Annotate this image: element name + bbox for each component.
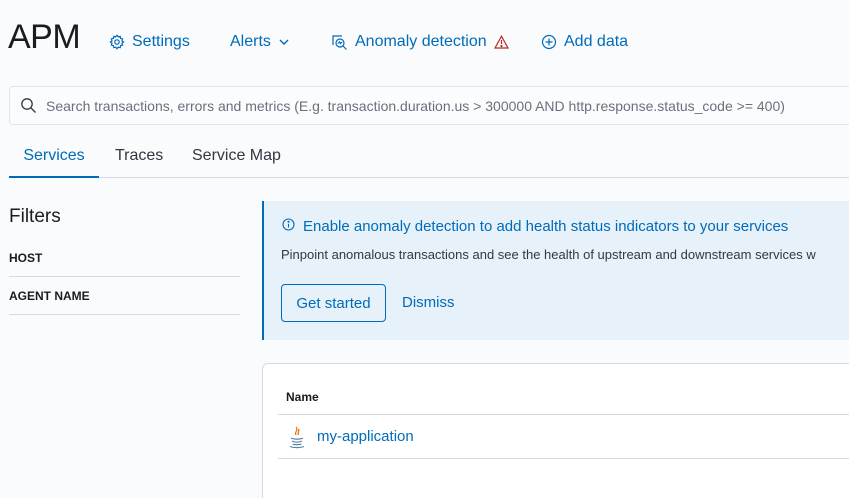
filter-agent-name[interactable]: AGENT NAME xyxy=(9,277,240,315)
callout-body: Pinpoint anomalous transactions and see … xyxy=(281,247,816,262)
filter-host[interactable]: HOST xyxy=(9,239,240,277)
chevron-down-icon xyxy=(278,36,290,48)
tab-bar: Services Traces Service Map xyxy=(9,136,849,178)
page-title: APM xyxy=(8,18,81,56)
services-panel: Name my-application xyxy=(262,363,849,498)
plus-circle-icon xyxy=(541,34,557,50)
tab-services[interactable]: Services xyxy=(9,136,99,178)
alerts-menu[interactable]: Alerts xyxy=(230,31,290,53)
search-bar xyxy=(9,86,849,125)
dismiss-button[interactable]: Dismiss xyxy=(402,294,455,311)
settings-link[interactable]: Settings xyxy=(109,31,190,53)
tab-service-map[interactable]: Service Map xyxy=(192,136,281,178)
table-row: my-application xyxy=(278,415,849,459)
add-data-link[interactable]: Add data xyxy=(541,31,628,53)
tab-traces[interactable]: Traces xyxy=(115,136,163,178)
anomaly-detection-link[interactable]: Anomaly detection xyxy=(331,31,509,53)
anomaly-detection-label: Anomaly detection xyxy=(355,33,487,50)
apm-app: APM Settings Alerts Anomaly detection Ad… xyxy=(0,0,849,498)
alerts-label: Alerts xyxy=(230,33,271,50)
callout-title-text: Enable anomaly detection to add health s… xyxy=(303,218,789,235)
filters-title: Filters xyxy=(9,206,61,227)
warning-icon xyxy=(493,35,509,49)
callout-title: Enable anomaly detection to add health s… xyxy=(282,218,788,235)
header: APM Settings Alerts Anomaly detection Ad… xyxy=(0,0,849,84)
info-icon xyxy=(282,218,295,235)
get-started-button[interactable]: Get started xyxy=(281,284,386,322)
search-input[interactable] xyxy=(46,87,849,124)
add-data-label: Add data xyxy=(564,33,629,50)
services-table: Name my-application xyxy=(278,378,849,459)
search-icon xyxy=(20,97,37,119)
java-icon xyxy=(287,425,307,449)
service-link[interactable]: my-application xyxy=(317,428,414,445)
anomaly-detection-callout: Enable anomaly detection to add health s… xyxy=(262,201,849,340)
column-header-name[interactable]: Name xyxy=(278,378,849,415)
anomaly-detection-icon xyxy=(331,34,348,51)
gear-icon xyxy=(109,34,125,50)
settings-label: Settings xyxy=(132,33,190,50)
